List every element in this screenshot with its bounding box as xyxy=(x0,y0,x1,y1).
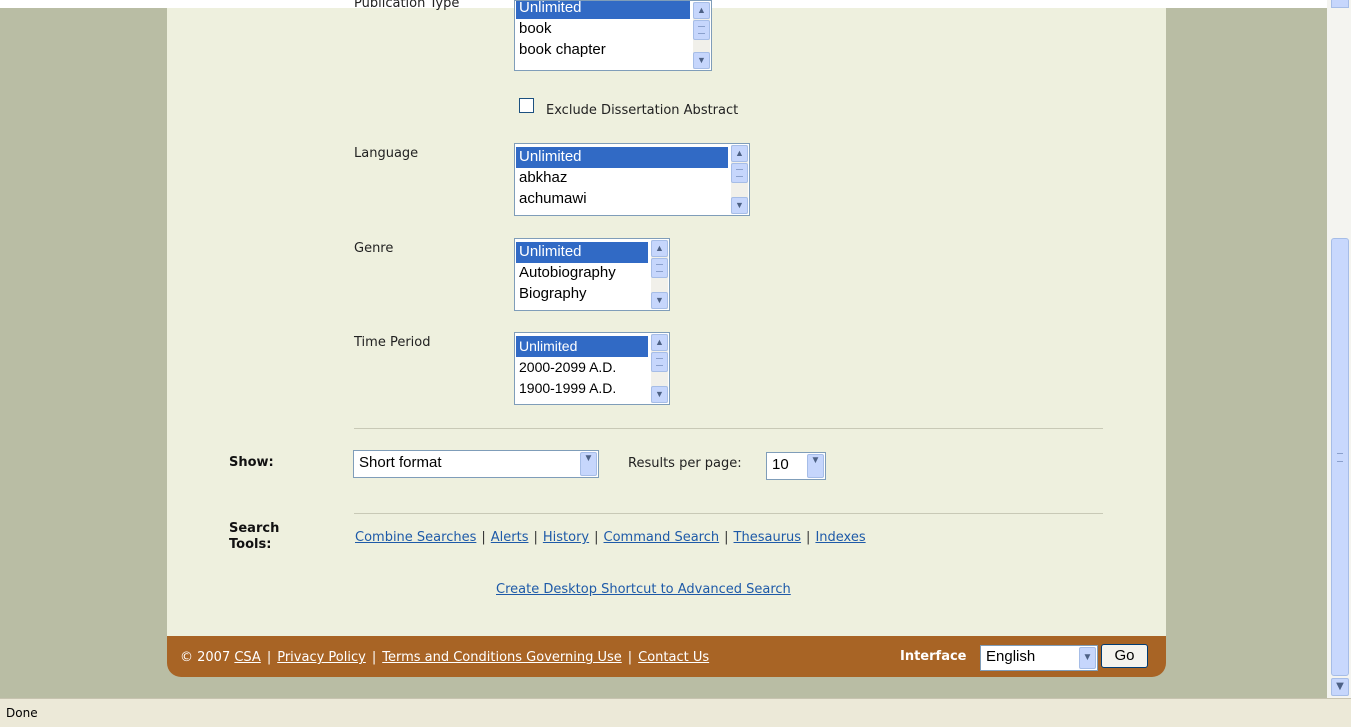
genre-option[interactable]: Biography xyxy=(516,284,648,305)
results-per-page-select[interactable]: 10 ▼ xyxy=(766,452,826,480)
genre-label: Genre xyxy=(354,241,394,256)
footer-bar: © 2007 CSA | Privacy Policy | Terms and Cond… xyxy=(167,636,1166,677)
separator: | xyxy=(481,530,486,545)
genre-option[interactable]: Autobiography xyxy=(516,263,648,284)
history-link[interactable]: History xyxy=(543,530,589,545)
privacy-policy-link[interactable]: Privacy Policy xyxy=(277,650,366,665)
terms-link[interactable]: Terms and Conditions Governing Use xyxy=(382,650,622,665)
separator: | xyxy=(627,650,633,665)
scroll-thumb[interactable] xyxy=(651,258,668,278)
scroll-down-icon[interactable]: ▼ xyxy=(731,197,748,214)
search-tools-label: Search Tools: xyxy=(229,521,279,553)
time-period-option[interactable]: 1900-1999 A.D. xyxy=(516,378,648,399)
separator: | xyxy=(594,530,599,545)
scroll-down-icon[interactable]: ▼ xyxy=(693,52,710,69)
chevron-down-icon[interactable]: ▼ xyxy=(580,452,597,476)
scroll-thumb[interactable] xyxy=(651,352,668,372)
browser-status-bar: Done xyxy=(0,698,1351,727)
contact-us-link[interactable]: Contact Us xyxy=(638,650,709,665)
scroll-thumb[interactable] xyxy=(731,163,748,183)
footer-links: © 2007 CSA | Privacy Policy | Terms and Cond… xyxy=(180,650,709,665)
separator: | xyxy=(806,530,811,545)
command-search-link[interactable]: Command Search xyxy=(604,530,720,545)
scroll-up-icon[interactable]: ▲ xyxy=(731,145,748,162)
thesaurus-link[interactable]: Thesaurus xyxy=(734,530,802,545)
display-format-select[interactable]: Short format ▼ xyxy=(353,450,599,478)
copyright-text: © 2007 xyxy=(180,650,231,665)
results-per-page-label: Results per page: xyxy=(628,456,742,471)
desktop-shortcut-container: Create Desktop Shortcut to Advanced Sear… xyxy=(496,582,791,597)
publication-type-option[interactable]: Unlimited xyxy=(516,1,690,19)
publication-type-listbox[interactable]: Unlimited book book chapter ▲ ▼ xyxy=(514,0,712,71)
time-period-option[interactable]: Unlimited xyxy=(516,336,648,357)
time-period-option[interactable]: 2000-2099 A.D. xyxy=(516,357,648,378)
publication-type-option[interactable]: book chapter xyxy=(516,40,690,61)
chevron-down-icon[interactable]: ▼ xyxy=(807,454,824,478)
exclude-dissertation-checkbox[interactable] xyxy=(519,98,534,113)
display-format-value: Short format xyxy=(359,454,442,471)
divider xyxy=(354,513,1103,514)
page-scrollbar[interactable]: ▼ xyxy=(1327,0,1351,698)
language-label: Language xyxy=(354,146,419,161)
genre-listbox[interactable]: Unlimited Autobiography Biography ▲ ▼ xyxy=(514,238,670,311)
page-scroll-thumb[interactable] xyxy=(1331,238,1349,676)
separator: | xyxy=(371,650,377,665)
separator: | xyxy=(724,530,729,545)
publication-type-scrollbar[interactable]: ▲ ▼ xyxy=(693,2,710,69)
genre-option[interactable]: Unlimited xyxy=(516,242,648,263)
genre-scrollbar[interactable]: ▲ ▼ xyxy=(651,240,668,309)
interface-language-select[interactable]: English ▼ xyxy=(980,645,1098,671)
language-option[interactable]: Unlimited xyxy=(516,147,728,168)
show-label: Show: xyxy=(229,455,274,470)
indexes-link[interactable]: Indexes xyxy=(815,530,865,545)
divider xyxy=(354,428,1103,429)
scroll-up-icon[interactable]: ▲ xyxy=(651,334,668,351)
time-period-scrollbar[interactable]: ▲ ▼ xyxy=(651,334,668,403)
combine-searches-link[interactable]: Combine Searches xyxy=(355,530,476,545)
status-text: Done xyxy=(6,706,38,720)
chevron-down-icon[interactable]: ▼ xyxy=(1079,647,1096,669)
separator: | xyxy=(533,530,538,545)
language-listbox[interactable]: Unlimited abkhaz achumawi ▲ ▼ xyxy=(514,143,750,216)
csa-link[interactable]: CSA xyxy=(234,650,260,665)
interface-language-value: English xyxy=(986,648,1036,665)
scroll-down-icon[interactable]: ▼ xyxy=(651,386,668,403)
language-scrollbar[interactable]: ▲ ▼ xyxy=(731,145,748,214)
scroll-up-icon[interactable] xyxy=(1331,0,1349,8)
go-button[interactable]: Go xyxy=(1101,644,1148,668)
scroll-down-icon[interactable]: ▼ xyxy=(651,292,668,309)
results-per-page-value: 10 xyxy=(772,456,789,473)
scroll-up-icon[interactable]: ▲ xyxy=(693,2,710,19)
scroll-thumb[interactable] xyxy=(693,20,710,40)
time-period-listbox[interactable]: Unlimited 2000-2099 A.D. 1900-1999 A.D. … xyxy=(514,332,670,405)
exclude-dissertation-label: Exclude Dissertation Abstract xyxy=(546,103,739,118)
language-option[interactable]: achumawi xyxy=(516,189,728,210)
interface-label: Interface xyxy=(900,649,967,664)
publication-type-label: Publication Type xyxy=(354,0,460,11)
publication-type-option[interactable]: book xyxy=(516,19,690,40)
time-period-label: Time Period xyxy=(354,335,431,350)
language-option[interactable]: abkhaz xyxy=(516,168,728,189)
separator: | xyxy=(266,650,272,665)
scroll-down-icon[interactable]: ▼ xyxy=(1331,678,1349,696)
alerts-link[interactable]: Alerts xyxy=(491,530,529,545)
scroll-up-icon[interactable]: ▲ xyxy=(651,240,668,257)
desktop-shortcut-link[interactable]: Create Desktop Shortcut to Advanced Sear… xyxy=(496,582,791,597)
search-tools-links: Combine Searches | Alerts | History | Command … xyxy=(355,530,866,545)
search-tools-label-line1: Search xyxy=(229,521,280,536)
search-tools-label-line2: Tools: xyxy=(229,537,272,552)
